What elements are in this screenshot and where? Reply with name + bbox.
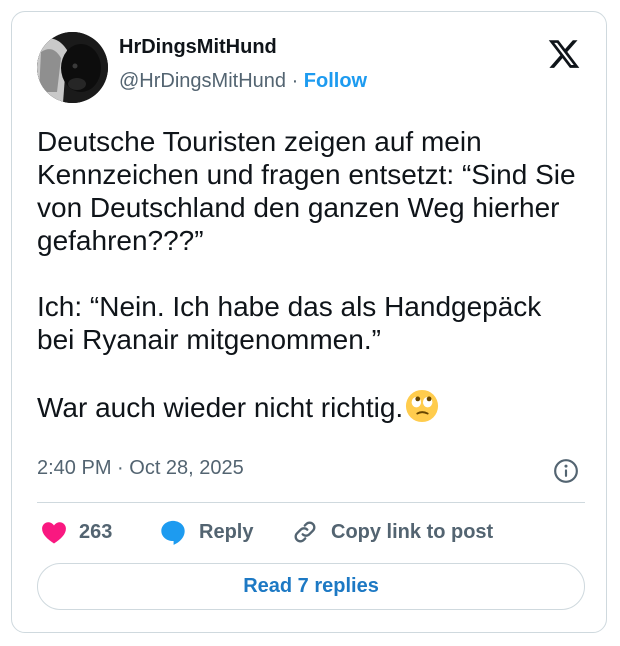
reply-bubble-icon bbox=[161, 520, 185, 545]
heart-icon bbox=[42, 522, 66, 544]
tweet-text: Deutsche Touristen zeigen auf mein Kennz… bbox=[37, 126, 576, 423]
separator-dot: · bbox=[286, 70, 304, 92]
read-replies-button[interactable]: Read 7 replies bbox=[37, 563, 585, 610]
x-logo-icon[interactable] bbox=[547, 37, 581, 71]
author-name[interactable]: HrDingsMitHund bbox=[119, 36, 277, 59]
reply-button[interactable]: Reply bbox=[159, 517, 253, 547]
face-with-rolling-eyes-icon bbox=[406, 389, 439, 423]
like-button[interactable]: 263 bbox=[41, 517, 112, 547]
tweet-body: Deutsche Touristen zeigen auf mein Kennz… bbox=[37, 125, 585, 424]
author-handle-row: @HrDingsMitHund · Follow bbox=[119, 70, 367, 93]
tweet-card: HrDingsMitHund @HrDingsMitHund · Follow … bbox=[11, 11, 607, 633]
dog-avatar-icon bbox=[37, 32, 108, 103]
reply-label: Reply bbox=[199, 520, 254, 543]
tweet-timestamp[interactable]: 2:40 PM · Oct 28, 2025 bbox=[37, 457, 244, 480]
info-icon[interactable] bbox=[553, 458, 579, 484]
like-count: 263 bbox=[79, 520, 113, 543]
copy-link-button[interactable]: Copy link to post bbox=[291, 517, 493, 547]
copy-link-label: Copy link to post bbox=[331, 520, 494, 543]
follow-button[interactable]: Follow bbox=[304, 70, 367, 92]
avatar[interactable] bbox=[37, 32, 108, 103]
divider bbox=[37, 502, 585, 503]
link-icon bbox=[294, 521, 316, 543]
author-handle[interactable]: @HrDingsMitHund bbox=[119, 70, 286, 92]
